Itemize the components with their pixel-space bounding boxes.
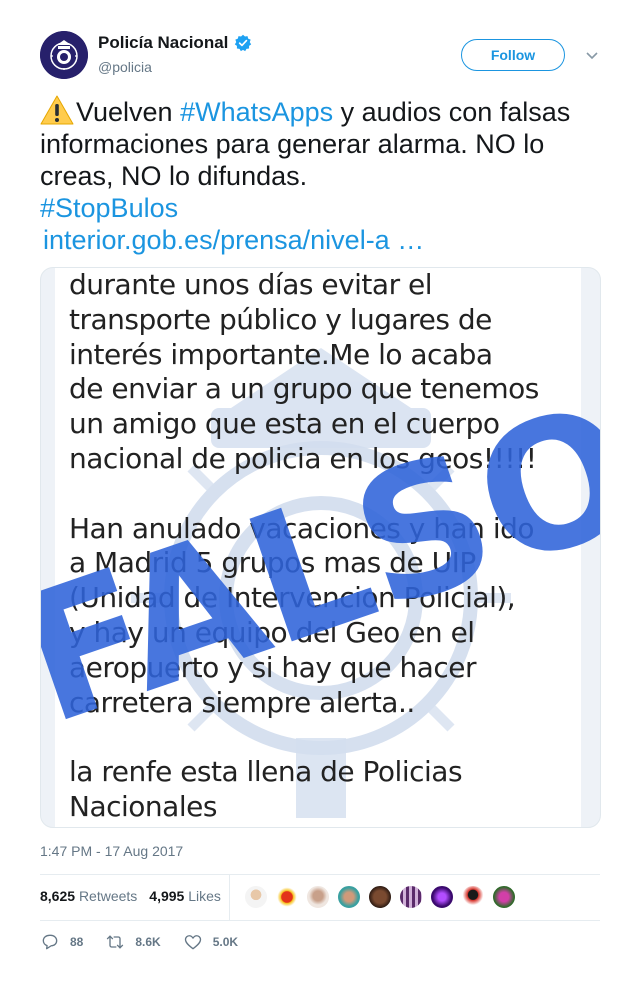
author-name[interactable]: Policía Nacional <box>98 33 228 53</box>
police-crest-icon <box>40 31 88 79</box>
liker-avatar[interactable] <box>399 885 423 909</box>
likes-stat[interactable]: 4,995 Likes <box>149 888 221 904</box>
falso-stamp: FALSO <box>41 363 601 764</box>
liker-avatar[interactable] <box>492 885 516 909</box>
like-button[interactable]: 5.0K <box>183 932 238 952</box>
divider <box>40 920 600 921</box>
retweets-count: 8,625 <box>40 888 76 904</box>
reply-count: 88 <box>70 935 84 949</box>
heart-icon <box>184 935 201 950</box>
chevron-down-icon[interactable] <box>585 48 599 62</box>
reply-button[interactable]: 88 <box>40 932 83 952</box>
liker-avatar[interactable] <box>337 885 361 909</box>
tweet-text: Vuelven #WhatsApps y audios con falsas i… <box>40 95 605 256</box>
liker-avatar[interactable] <box>306 885 330 909</box>
liker-avatar[interactable] <box>461 885 485 909</box>
follow-button[interactable]: Follow <box>461 39 565 71</box>
tweet-stats: 8,625 Retweets 4,995 Likes <box>40 888 221 904</box>
retweets-label: Retweets <box>78 888 138 904</box>
retweet-icon <box>107 935 124 949</box>
hashtag-whatsapps[interactable]: #WhatsApps <box>180 97 333 127</box>
likes-label: Likes <box>188 888 221 904</box>
tweet-timestamp[interactable]: 1:47 PM - 17 Aug 2017 <box>40 843 183 859</box>
stats-separator <box>229 874 230 920</box>
retweet-button[interactable]: 8.6K <box>105 932 161 952</box>
retweet-count: 8.6K <box>135 935 161 949</box>
retweets-stat[interactable]: 8,625 Retweets <box>40 888 137 904</box>
tweet-text-start: Vuelven <box>76 97 181 127</box>
divider <box>40 874 600 875</box>
liker-avatar[interactable] <box>368 885 392 909</box>
liker-avatar[interactable] <box>244 885 268 909</box>
tweet-actions: 88 8.6K 5.0K <box>40 932 260 952</box>
like-count: 5.0K <box>212 935 239 949</box>
liker-avatar[interactable] <box>275 885 299 909</box>
author-handle[interactable]: @policia <box>98 59 152 75</box>
tweet-link[interactable]: interior.gob.es/prensa/nivel-a … <box>43 225 424 255</box>
liker-avatars <box>244 885 516 909</box>
author-avatar[interactable] <box>40 31 88 79</box>
stamp-text: FALSO <box>41 363 601 764</box>
liker-avatar[interactable] <box>430 885 454 909</box>
reply-icon <box>42 934 58 950</box>
tweet-image[interactable]: durante unos días evitar el transporte p… <box>40 267 601 828</box>
author-name-row[interactable]: Policía Nacional <box>98 33 252 53</box>
hashtag-stopbulos[interactable]: #StopBulos <box>40 193 178 223</box>
likes-count: 4,995 <box>149 888 185 904</box>
warning-icon <box>40 95 74 125</box>
verified-badge-icon <box>235 34 252 52</box>
